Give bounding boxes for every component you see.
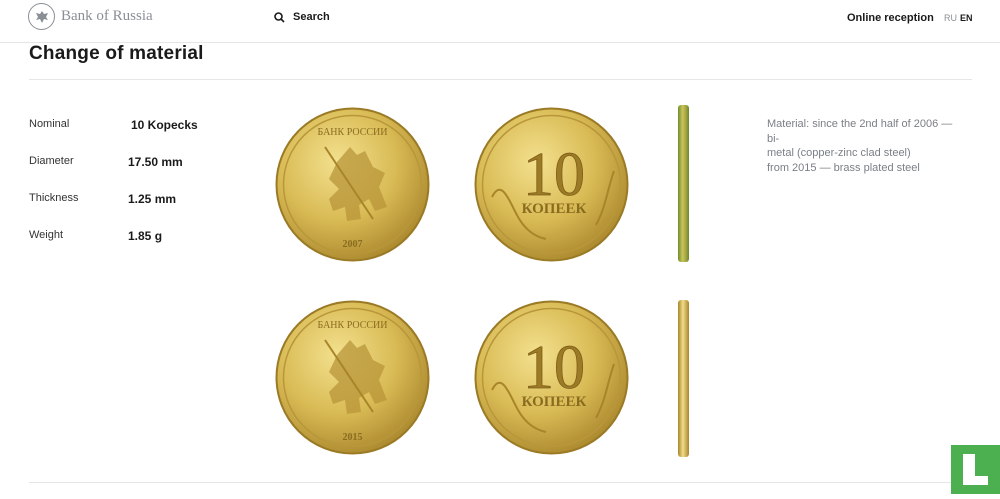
coin-denomination: 10 — [523, 141, 585, 209]
bank-logo[interactable]: Bank of Russia — [28, 3, 153, 30]
page-title: Change of material — [29, 43, 204, 64]
lang-ru-link[interactable]: RU — [944, 13, 957, 23]
widget-l-icon — [963, 454, 988, 485]
spec-label-weight: Weight — [29, 229, 64, 241]
coin-obverse-2007: БАНК РОССИИ 2007 — [275, 107, 430, 262]
spec-label-thickness: Thickness — [29, 192, 79, 204]
spec-value-weight: 1.85 g — [128, 229, 163, 243]
lang-en-link[interactable]: EN — [960, 13, 973, 23]
coin-reverse-2015: 10 КОПЕЕК — [474, 300, 629, 455]
online-reception-link[interactable]: Online reception — [847, 12, 934, 24]
spec-label-diameter: Diameter — [29, 155, 74, 167]
search-icon — [274, 11, 285, 23]
coin-denomination: 10 — [523, 334, 585, 402]
material-line-3: from 2015 — brass plated steel — [767, 161, 920, 174]
coin-reverse-2007: 10 КОПЕЕК — [474, 107, 629, 262]
search-label: Search — [293, 11, 330, 23]
coin-legend-top: БАНК РОССИИ — [317, 320, 387, 331]
coin-year-2015: 2015 — [343, 432, 363, 443]
coin-edge-bimetal — [678, 105, 689, 262]
coin-denomination-word: КОПЕЕК — [522, 394, 587, 410]
coin-legend-top: БАНК РОССИИ — [317, 127, 387, 138]
coin-edge-brass — [678, 300, 689, 457]
material-description: Material: since the 2nd half of 2006 — b… — [767, 117, 967, 175]
title-divider — [29, 79, 972, 80]
material-line-1: Material: since the 2nd half of 2006 — b… — [767, 118, 953, 145]
eagle-emblem-icon — [28, 3, 55, 30]
coin-obverse-2015: БАНК РОССИИ 2015 — [275, 300, 430, 455]
material-line-2: metal (copper-zinc clad steel) — [767, 147, 911, 159]
site-header: Bank of Russia Search Online reception R… — [0, 0, 1000, 42]
spec-value-nominal: 10 Kopecks — [131, 118, 198, 132]
logo-text: Bank of Russia — [61, 8, 153, 24]
spec-value-diameter: 17.50 mm — [128, 155, 183, 169]
corner-widget-button[interactable] — [951, 445, 1000, 494]
spec-value-thickness: 1.25 mm — [128, 192, 177, 206]
search-button[interactable]: Search — [274, 11, 330, 23]
bottom-divider — [29, 482, 972, 483]
spec-label-nominal: Nominal — [29, 118, 70, 130]
coin-denomination-word: КОПЕЕК — [522, 201, 587, 217]
coin-year-2007: 2007 — [343, 239, 363, 250]
